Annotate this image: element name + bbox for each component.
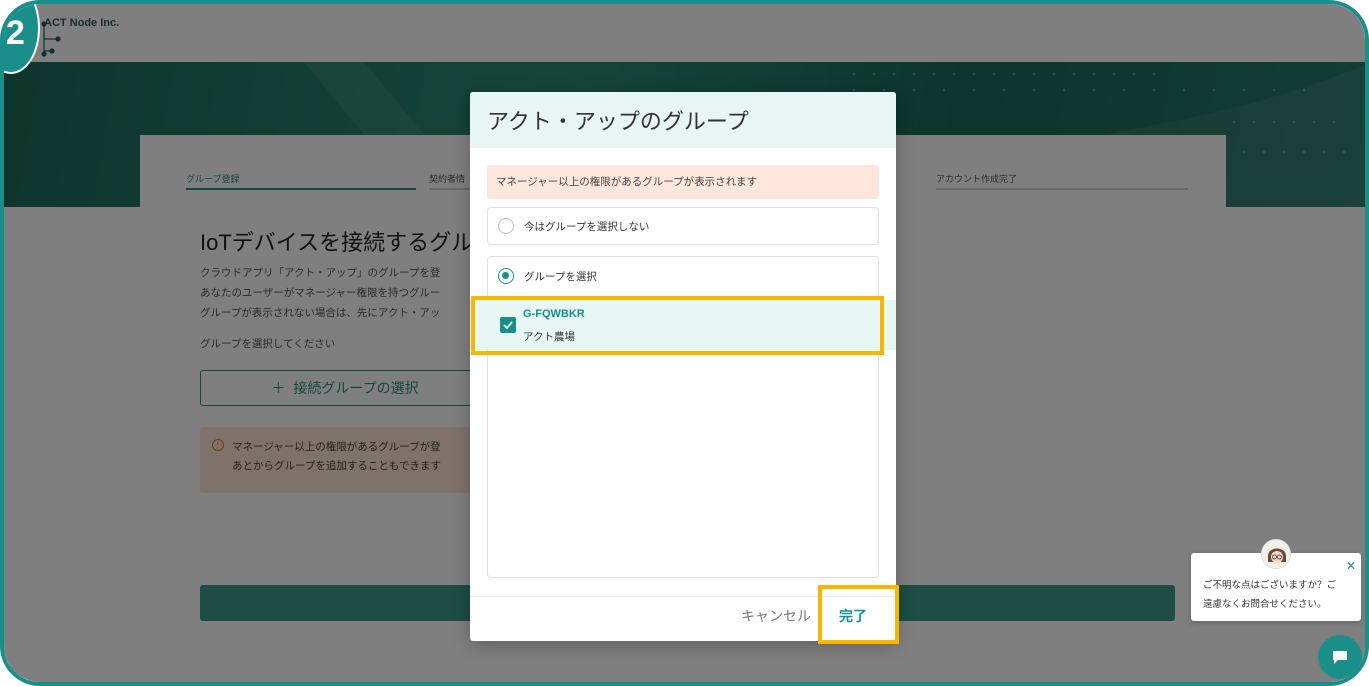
chat-message: 遠慮なくお問合せください。 xyxy=(1203,599,1327,610)
dialog-header: アクト・アップのグループ xyxy=(470,92,896,148)
highlight-done-button xyxy=(818,585,899,644)
chat-icon xyxy=(1333,651,1347,664)
chat-launcher-button[interactable] xyxy=(1318,635,1362,679)
close-icon[interactable]: ✕ xyxy=(1346,559,1356,573)
step-number: 2 xyxy=(6,14,25,52)
cancel-button[interactable]: キャンセル xyxy=(741,606,811,626)
option-no-group-label: 今はグループを選択しない xyxy=(524,221,650,233)
highlight-group-row xyxy=(471,296,884,355)
dialog-notice: マネージャー以上の権限があるグループが表示されます xyxy=(487,165,879,199)
option-no-group[interactable]: 今はグループを選択しない xyxy=(487,207,879,245)
chat-message: ご不明な点はございますか？ご xyxy=(1203,580,1337,591)
option-select-group-label: グループを選択 xyxy=(524,271,597,283)
dialog-title: アクト・アップのグループ xyxy=(487,109,749,134)
support-avatar xyxy=(1261,539,1291,569)
avatar-icon xyxy=(1262,540,1290,568)
radio-selected[interactable] xyxy=(498,268,514,284)
group-select-dialog: アクト・アップのグループ マネージャー以上の権限があるグループが表示されます 今… xyxy=(470,92,896,641)
chat-popup: ✕ ご不明な点はございますか？ご 遠慮なくお問合せください。 xyxy=(1191,539,1361,621)
tutorial-frame: ACT Node Inc. xyxy=(0,0,1369,686)
radio-unselected[interactable] xyxy=(498,218,514,234)
